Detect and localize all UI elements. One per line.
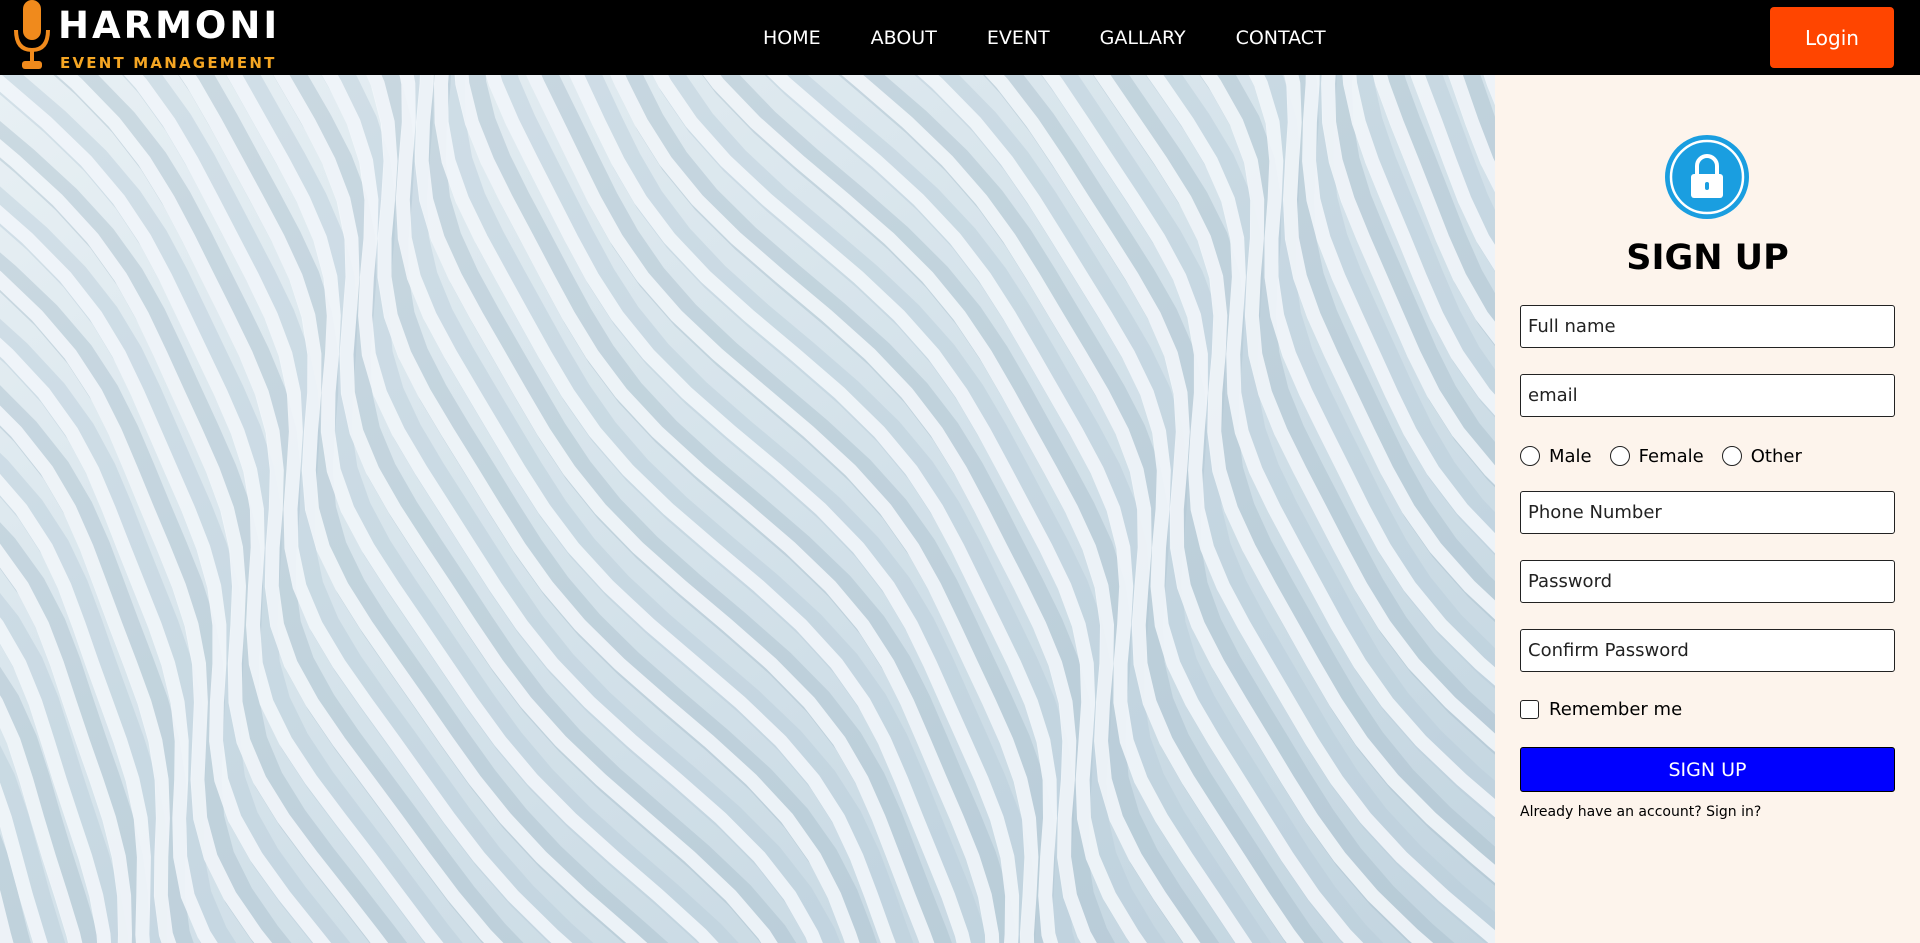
top-navbar: HARMONI EVENT MANAGEMENT HOME ABOUT EVEN… (0, 0, 1920, 75)
full-name-input[interactable] (1520, 305, 1895, 348)
signin-prompt: Already have an account? Sign in? (1520, 804, 1761, 820)
radio-label: Other (1750, 445, 1802, 467)
brand-tagline: EVENT MANAGEMENT (60, 54, 277, 72)
main-nav: HOME ABOUT EVENT GALLARY CONTACT (738, 0, 1351, 75)
abstract-waves-image (0, 75, 1495, 943)
brand-logo[interactable]: HARMONI EVENT MANAGEMENT (10, 0, 277, 75)
phone-number-input[interactable] (1520, 491, 1895, 534)
lock-icon (1665, 135, 1749, 219)
password-input[interactable] (1520, 560, 1895, 603)
radio-button[interactable] (1721, 446, 1742, 466)
nav-about[interactable]: ABOUT (871, 27, 937, 49)
nav-contact[interactable]: CONTACT (1236, 27, 1326, 49)
hero-image (0, 75, 1495, 943)
signup-title: SIGN UP (1626, 238, 1789, 278)
signin-link[interactable]: Already have an account? Sign in? (1520, 804, 1761, 820)
radio-label: Male (1549, 445, 1592, 467)
remember-me-option[interactable]: Remember me (1520, 696, 1682, 722)
signup-submit-button[interactable]: SIGN UP (1520, 747, 1895, 792)
gender-option-female[interactable]: Female (1609, 445, 1704, 467)
gender-radio-group: Male Female Other (1520, 441, 1820, 471)
signup-panel: SIGN UP Male Female Other Remember me SI… (1495, 75, 1920, 943)
radio-button[interactable] (1609, 446, 1630, 466)
login-button[interactable]: Login (1770, 7, 1894, 68)
confirm-password-input[interactable] (1520, 629, 1895, 672)
gender-option-male[interactable]: Male (1520, 446, 1592, 467)
remember-me-checkbox[interactable] (1520, 699, 1539, 719)
microphone-icon (14, 0, 50, 69)
brand-name: HARMONI (58, 4, 281, 47)
nav-home[interactable]: HOME (763, 27, 821, 49)
nav-gallary[interactable]: GALLARY (1100, 27, 1186, 49)
radio-label: Female (1638, 445, 1704, 467)
gender-option-other[interactable]: Other (1721, 445, 1802, 467)
radio-button[interactable] (1520, 446, 1540, 466)
email-input[interactable] (1520, 374, 1895, 417)
nav-event[interactable]: EVENT (987, 27, 1050, 49)
remember-me-label: Remember me (1549, 698, 1683, 720)
